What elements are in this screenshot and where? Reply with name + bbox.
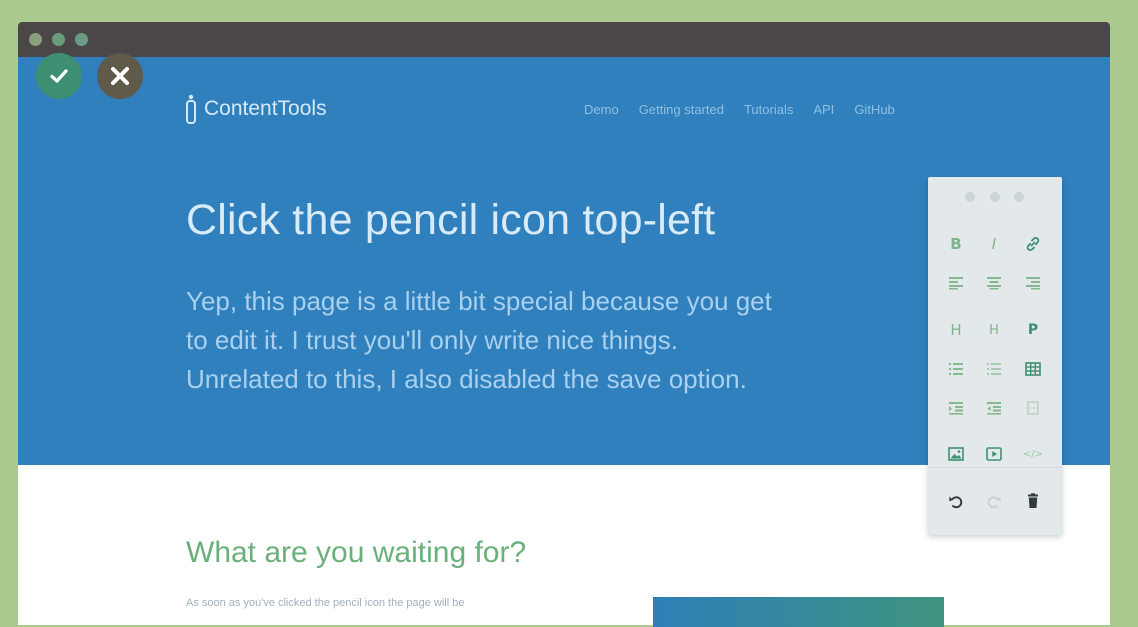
section-text[interactable]: As soon as you've clicked the pencil ico… [186,597,606,609]
nav-link-demo[interactable]: Demo [584,102,619,117]
align-center-tool[interactable] [980,269,1008,297]
line-break-tool[interactable] [1019,394,1047,422]
video-icon [986,447,1002,461]
trash-icon [1028,493,1038,508]
align-left-icon [949,277,963,290]
video-tool[interactable] [980,440,1008,468]
hero-text[interactable]: Yep, this page is a little bit special b… [186,282,926,399]
link-tool[interactable] [1019,230,1047,258]
window-minimize-dot[interactable] [52,33,65,46]
ordered-list-tool[interactable] [980,355,1008,383]
ordered-list-icon [987,363,1001,375]
window-maximize-dot[interactable] [75,33,88,46]
italic-tool[interactable]: I [980,230,1008,258]
logo-text: ContentTools [204,97,327,120]
nav-link-getting-started[interactable]: Getting started [639,102,724,117]
align-left-tool[interactable] [942,269,970,297]
undo-tool[interactable] [942,487,970,515]
unordered-list-tool[interactable] [942,355,970,383]
indent-tool[interactable] [942,394,970,422]
hero-text-line: to edit it. I trust you'll only write ni… [186,325,678,355]
undo-icon [949,496,963,509]
pencil-logo-icon [186,94,196,124]
image-icon [948,447,964,461]
toolbox-grip-dot[interactable] [1014,192,1024,202]
image-tool[interactable] [942,440,970,468]
hero-text-line: Yep, this page is a little bit special b… [186,286,772,316]
remove-tool[interactable] [1019,487,1047,515]
line-break-icon [1026,401,1040,415]
toolbox-grip-dot[interactable] [965,192,975,202]
table-tool[interactable] [1019,355,1047,383]
close-icon [111,67,129,85]
paragraph-tool[interactable]: P [1019,316,1047,344]
nav-link-tutorials[interactable]: Tutorials [744,102,793,117]
bold-tool[interactable]: B [942,230,970,258]
hero-text-line: Unrelated to this, I also disabled the s… [186,364,747,394]
site-logo[interactable]: ContentTools [184,92,327,126]
indent-icon [949,402,963,415]
nav-link-github[interactable]: GitHub [854,102,894,117]
preformatted-tool[interactable]: </> [1019,440,1047,468]
window-close-dot[interactable] [29,33,42,46]
checkmark-icon [50,69,68,83]
content-image[interactable] [653,597,944,627]
nav-link-api[interactable]: API [813,102,834,117]
section-title[interactable]: What are you waiting for? [186,536,526,570]
redo-tool[interactable] [980,487,1008,515]
table-icon [1025,362,1041,376]
align-right-icon [1026,277,1040,290]
toolbox-grip-dot[interactable] [990,192,1000,202]
link-icon [1026,237,1040,251]
heading-tool[interactable]: H [942,316,970,344]
editor-toolbox[interactable]: B I H H P </> [928,177,1062,535]
align-center-icon [987,277,1001,290]
confirm-edit-button[interactable] [36,53,82,99]
window-titlebar [18,22,1110,57]
redo-icon [987,496,1001,509]
align-right-tool[interactable] [1019,269,1047,297]
subheading-tool[interactable]: H [980,316,1008,344]
unindent-tool[interactable] [980,394,1008,422]
top-nav: Demo Getting started Tutorials API GitHu… [584,102,895,117]
hero-title[interactable]: Click the pencil icon top-left [186,196,715,245]
unindent-icon [987,402,1001,415]
unordered-list-icon [949,363,963,375]
cancel-edit-button[interactable] [97,53,143,99]
toolbox-separator [928,467,1062,468]
